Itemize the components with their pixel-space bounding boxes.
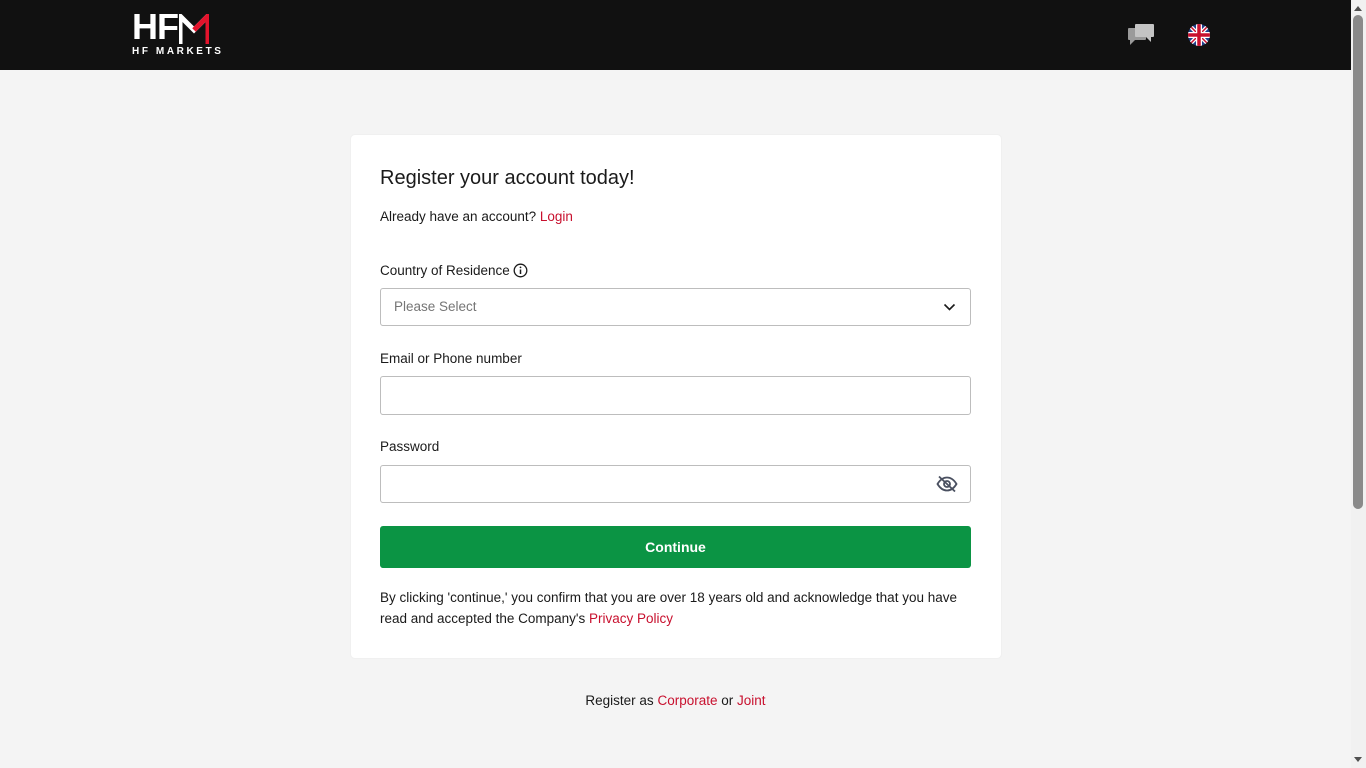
logo-m-icon [179,14,209,44]
continue-button[interactable]: Continue [380,526,971,568]
consent-text: By clicking 'continue,' you confirm that… [380,587,972,629]
logo-text: HF [132,6,179,47]
or-text: or [721,693,734,708]
login-prompt: Already have an account? Login [380,209,573,224]
page-title: Register your account today! [380,167,635,189]
hfm-logo[interactable]: HF HF MARKETS [132,6,226,58]
scrollbar-thumb[interactable] [1353,15,1363,509]
chevron-down-icon [943,303,956,311]
chat-bubbles-icon[interactable] [1127,23,1155,47]
info-icon[interactable] [513,263,528,278]
privacy-policy-link[interactable]: Privacy Policy [589,611,673,626]
password-input[interactable] [381,466,970,502]
register-as-row: Register as Corporate or Joint [0,693,1351,708]
vertical-scrollbar[interactable] [1351,0,1366,768]
joint-link[interactable]: Joint [737,693,766,708]
country-label-text: Country of Residence [380,263,510,278]
logo-subtitle: HF MARKETS [132,46,224,57]
already-text: Already have an account? [380,209,537,224]
uk-flag-icon[interactable] [1188,24,1210,46]
login-link[interactable]: Login [540,209,573,224]
country-select[interactable]: Please Select [380,288,971,326]
password-label: Password [380,439,440,454]
email-label: Email or Phone number [380,351,522,366]
registration-card: Register your account today! Already hav… [351,135,1001,658]
logo-mark: HF [132,6,226,47]
scroll-up-arrow-icon[interactable] [1354,6,1362,11]
country-label: Country of Residence [380,263,528,278]
register-as-text: Register as [585,693,654,708]
country-select-value: Please Select [394,299,477,314]
page: HF HF MARKETS Register your account toda… [0,0,1366,768]
top-header: HF HF MARKETS [0,0,1351,70]
email-input[interactable] [381,377,970,414]
email-field[interactable] [380,376,971,415]
corporate-link[interactable]: Corporate [657,693,717,708]
eye-slash-icon[interactable] [936,475,958,493]
scroll-down-arrow-icon[interactable] [1354,757,1362,762]
password-field[interactable] [380,465,971,503]
